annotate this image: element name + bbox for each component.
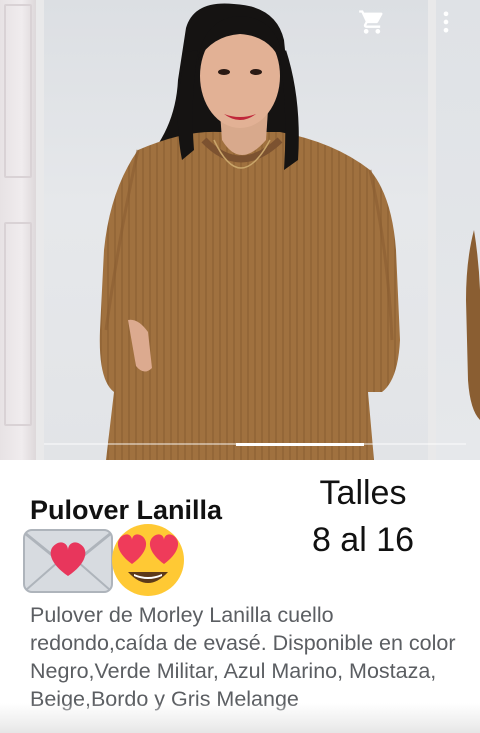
bottom-fade	[0, 703, 480, 733]
emoji-row	[22, 520, 192, 600]
more-vert-icon[interactable]	[430, 6, 462, 38]
sizes-range: 8 al 16	[311, 521, 415, 559]
envelope-with-heart-emoji	[23, 529, 113, 593]
heart-eyes-emoji	[112, 524, 184, 596]
sizes-label: Talles	[319, 474, 407, 512]
model-photo	[99, 3, 401, 460]
product-screen: Pulover Lanilla Talles 8 al 16 Pulover d…	[0, 0, 480, 733]
next-slide-preview[interactable]	[436, 0, 480, 460]
door-panel	[4, 4, 32, 178]
door-panel	[4, 222, 32, 426]
sizes-info: Talles 8 al 16	[300, 470, 426, 564]
current-slide-photo[interactable]	[44, 0, 428, 460]
product-image-carousel[interactable]	[0, 0, 480, 460]
previous-slide-preview[interactable]	[0, 0, 36, 460]
product-description: Pulover de Morley Lanilla cuello redondo…	[30, 603, 456, 711]
carousel-indicator-active	[236, 443, 364, 446]
shopping-cart-icon[interactable]	[356, 6, 388, 38]
next-slide-photo	[466, 230, 480, 420]
